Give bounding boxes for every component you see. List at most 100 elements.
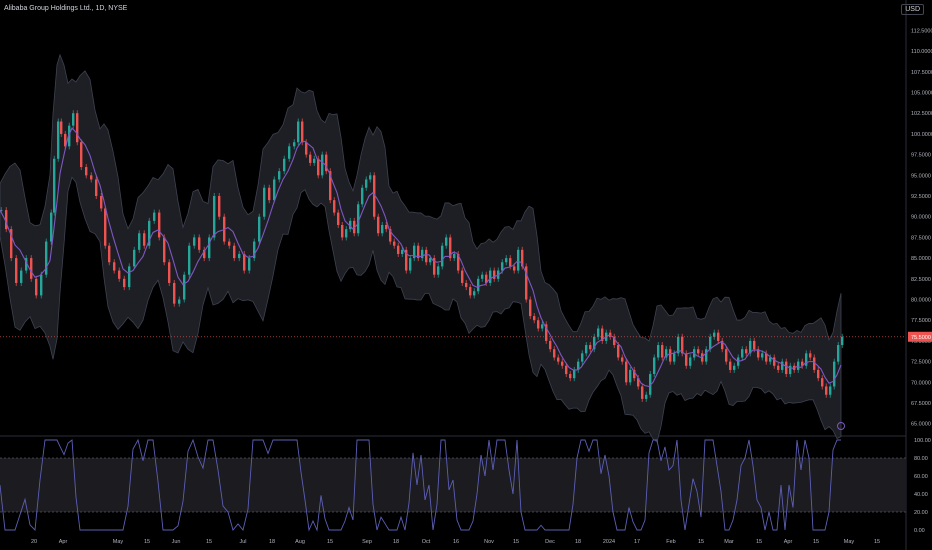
candle-body [761,353,764,358]
candle-body [617,345,620,358]
x-tick-label: 15 [144,539,150,545]
osc-tick-label: 0.00 [914,528,925,534]
x-tick-label: 15 [206,539,212,545]
osc-tick-label: 40.00 [914,492,928,498]
candle-body [429,258,432,263]
candle-body [489,270,492,283]
osc-tick-label: 80.00 [914,456,928,462]
candle-body [505,258,508,263]
x-tick-label: Aug [295,539,305,545]
candle-body [293,142,296,147]
x-tick-label: 2024 [603,539,615,545]
candle-body [104,208,107,246]
candle-body [258,216,261,242]
candle-body [233,245,236,259]
candle-body [397,245,400,254]
x-tick-label: 15 [327,539,333,545]
x-tick-label: Oct [422,539,431,545]
time-axis[interactable]: 20 Apr May 15 Jun 15 Jul 18 Aug 15 Sep 18 Oct 16 Nov 15… [31,539,880,545]
price-chart[interactable]: 112.5000 110.0000 107.5000 105.0000 102.5000… [0,0,932,550]
candle-body [123,278,126,288]
candle-body [173,282,176,304]
candle-body [345,229,348,238]
x-tick-label: May [844,539,855,545]
candle-body [685,353,688,366]
candle-body [625,361,628,383]
candle-body [797,361,800,370]
candle-body [597,328,600,337]
candle-body [645,394,648,399]
candle-body [697,349,700,354]
x-tick-label: Jul [239,539,246,545]
candle-body [228,241,231,246]
candle-body [377,216,380,234]
x-tick-label: Mar [724,539,734,545]
candle-body [517,249,520,271]
candle-body [60,121,63,134]
candle-body [737,357,740,366]
candle-body [725,349,728,362]
x-tick-label: 20 [31,539,37,545]
osc-tick-label: 60.00 [914,474,928,480]
candle-body [657,345,660,358]
candle-body [40,274,43,296]
candle-body [317,158,320,176]
candle-body [133,249,136,267]
currency-badge[interactable]: USD [901,4,924,15]
candle-body [100,196,103,209]
candle-body [753,340,756,350]
candle-body [365,179,368,188]
candle-body [113,262,116,271]
candle-body [553,349,556,358]
candle-body [128,266,131,288]
candle-body [305,142,308,155]
candle-body [465,282,468,288]
candle-body [841,336,844,346]
candle-body [118,270,121,279]
oscillator-panel [0,438,906,532]
candle-body [509,258,512,267]
candle-body [825,386,828,395]
price-axis[interactable]: 112.5000 110.0000 107.5000 105.0000 102.5000… [908,28,932,534]
candle-body [705,349,708,362]
y-tick-label: 72.5000 [911,360,931,366]
x-tick-label: Apr [784,539,793,545]
candle-body [15,258,18,283]
candle-body [283,158,286,172]
y-tick-label: 102.5000 [911,111,932,117]
candle-body [213,196,216,238]
candle-body [35,278,38,296]
candle-body [621,357,624,362]
x-tick-label: Apr [59,539,68,545]
candle-body [833,361,836,387]
candle-body [188,245,191,275]
band-fill [0,53,842,443]
candle-body [557,357,560,362]
y-tick-label: 82.5000 [911,277,931,283]
y-tick-label: 90.0000 [911,215,931,221]
symbol-label[interactable]: Alibaba Group Holdings Ltd., 1D, NYSE [4,5,127,12]
candle-body [629,369,632,383]
candle-body [309,154,312,163]
candle-body [341,225,344,238]
y-tick-label: 105.0000 [911,91,932,97]
candle-body [741,349,744,358]
candle-body [158,212,161,238]
candle-body [437,266,440,275]
candle-body [218,196,221,217]
candle-body [95,179,98,197]
candle-body [589,345,592,350]
candle-body [473,291,476,296]
y-tick-label: 85.0000 [911,256,931,262]
candle-body [461,270,464,283]
candle-body [533,316,536,321]
x-tick-label: 15 [874,539,880,545]
candle-body [785,361,788,375]
candle-body [288,146,291,159]
candle-body [337,212,340,225]
candle-body [661,345,664,358]
x-tick-label: Jun [172,539,181,545]
candle-body [313,158,316,163]
osc-band [0,458,906,512]
candle-body [273,179,276,201]
